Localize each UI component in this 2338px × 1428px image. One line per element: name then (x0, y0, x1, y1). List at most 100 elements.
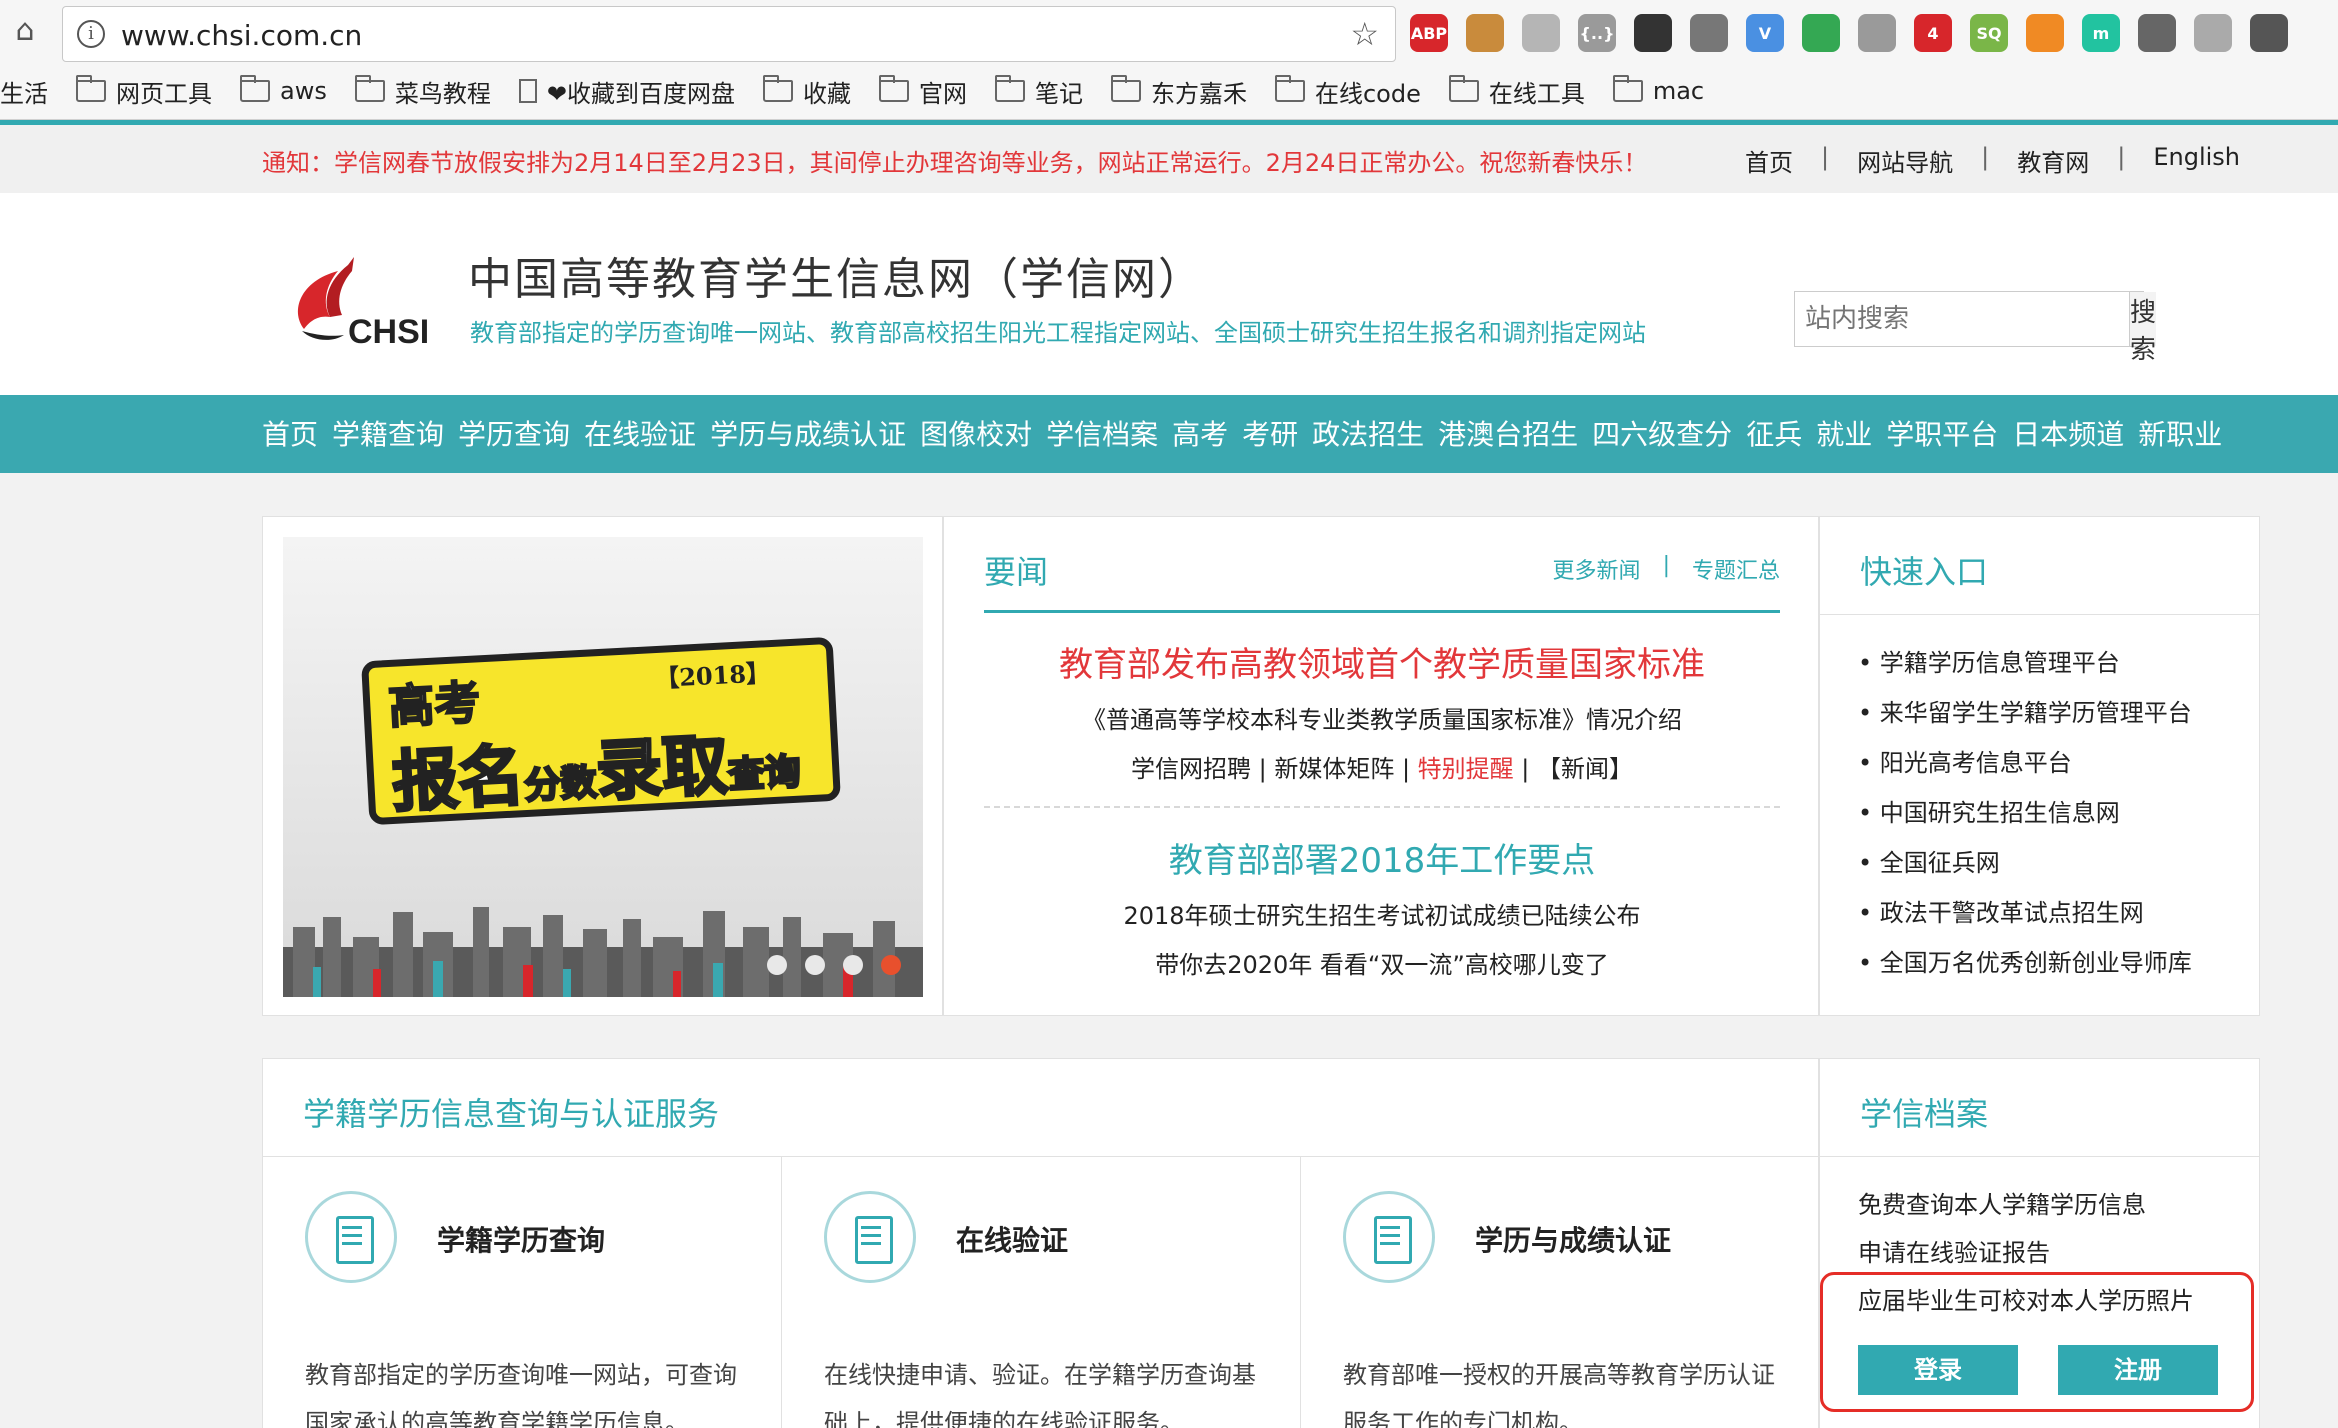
archive-item[interactable]: 申请在线验证报告 (1858, 1233, 2194, 1281)
bookmark-item[interactable]: 生活 (0, 74, 48, 109)
bookmark-item[interactable]: 官网 (878, 74, 967, 109)
quick-access-link[interactable]: • 来华留学生学籍学历管理平台 (1858, 693, 2192, 743)
mail-checker-icon[interactable] (1690, 14, 1728, 52)
slider-dot[interactable] (843, 955, 863, 975)
nav-item[interactable]: 四六级查分 (1592, 413, 1732, 453)
qrcode-icon[interactable] (1634, 14, 1672, 52)
quick-access-link[interactable]: • 中国研究生招生信息网 (1858, 793, 2192, 843)
service-name[interactable]: 学籍学历查询 (437, 1219, 605, 1259)
lifebuoy-icon[interactable] (2026, 14, 2064, 52)
service-card-online-verify[interactable]: 在线验证 在线快捷申请、验证。在学籍学历查询基础上，提供便捷的在线验证服务。 (782, 1157, 1301, 1428)
drive-icon[interactable] (1858, 14, 1896, 52)
bookmark-star-icon[interactable]: ☆ (1350, 15, 1379, 53)
crowd-silhouette (283, 907, 923, 997)
cookie-icon[interactable] (1466, 14, 1504, 52)
news-headline-1[interactable]: 教育部发布高教领域首个教学质量国家标准 (984, 637, 1780, 686)
address-bar[interactable]: i www.chsi.com.cn ☆ (62, 6, 1396, 62)
quick-access-link[interactable]: • 全国万名优秀创新创业导师库 (1858, 943, 2192, 993)
nav-item[interactable]: 日本频道 (2012, 413, 2124, 453)
bookmark-label: 官网 (918, 79, 967, 108)
m-icon[interactable]: m (2082, 14, 2120, 52)
more-news-link[interactable]: 更多新闻 (1553, 553, 1641, 585)
register-button[interactable]: 注册 (2058, 1345, 2218, 1395)
bookmark-item[interactable]: ❤收藏到百度网盘 (518, 74, 735, 109)
bookmark-item[interactable]: 菜鸟教程 (354, 74, 491, 109)
home-icon[interactable]: ⌂ (8, 14, 42, 48)
news-link[interactable]: | 【新闻】 (1514, 755, 1633, 783)
todo-icon[interactable]: 4 (1914, 14, 1952, 52)
nav-item[interactable]: 就业 (1816, 413, 1872, 453)
archive-panel: 学信档案 免费查询本人学籍学历信息 申请在线验证报告 应届毕业生可校对本人学历照… (1819, 1058, 2260, 1428)
bookmark-item[interactable]: 在线工具 (1448, 74, 1585, 109)
cursor-icon[interactable] (2138, 14, 2176, 52)
toplink-home[interactable]: 首页 (1745, 143, 1793, 178)
nav-item[interactable]: 在线验证 (584, 413, 696, 453)
news-link[interactable]: 2018年硕士研究生招生考试初试成绩已陆续公布 (984, 896, 1780, 931)
bookmark-item[interactable]: aws (240, 75, 327, 105)
seo-icon[interactable]: SQ (1970, 14, 2008, 52)
slider-dot[interactable] (881, 955, 901, 975)
bookmark-item[interactable]: 在线code (1274, 74, 1421, 109)
info-icon[interactable]: i (77, 20, 105, 48)
nav-item[interactable]: 图像校对 (920, 413, 1032, 453)
service-card-certification[interactable]: 学历与成绩认证 教育部唯一授权的开展高等教育学历认证服务工作的专门机构。 (1301, 1157, 1820, 1428)
bookmark-item[interactable]: 东方嘉禾 (1110, 74, 1247, 109)
nav-item[interactable]: 学信档案 (1046, 413, 1158, 453)
chsi-logo[interactable]: CHSI (282, 251, 442, 351)
nav-item[interactable]: 考研 (1242, 413, 1298, 453)
bookmark-label: 在线code (1314, 79, 1421, 108)
nav-item[interactable]: 学籍查询 (332, 413, 444, 453)
bookmark-item[interactable]: 笔记 (994, 74, 1083, 109)
plane-icon[interactable] (2194, 14, 2232, 52)
quick-access-link[interactable]: • 全国征兵网 (1858, 843, 2192, 893)
service-name[interactable]: 学历与成绩认证 (1475, 1219, 1671, 1259)
quick-access-panel: 快速入口 • 学籍学历信息管理平台 • 来华留学生学籍学历管理平台 • 阳光高考信息… (1819, 516, 2260, 1016)
nav-item[interactable]: 新职业 (2138, 413, 2222, 453)
quick-access-label: 阳光高考信息平台 (1879, 749, 2072, 777)
toplink-english[interactable]: English (2153, 143, 2240, 178)
nav-item[interactable]: 学历查询 (458, 413, 570, 453)
nav-item[interactable]: 港澳台招生 (1438, 413, 1578, 453)
slider-dot[interactable] (767, 955, 787, 975)
search-button[interactable]: 搜索 (2129, 292, 2157, 365)
nav-item[interactable]: 学历与成绩认证 (710, 413, 906, 453)
special-notice-link[interactable]: 特别提醒 (1418, 755, 1514, 783)
nav-item[interactable]: 首页 (262, 413, 318, 453)
archive-item[interactable]: 应届毕业生可校对本人学历照片 (1858, 1281, 2194, 1329)
photo-icon[interactable] (1522, 14, 1560, 52)
bookmark-item[interactable]: 收藏 (762, 74, 851, 109)
news-link[interactable]: 带你去2020年 看看“双一流”高校哪儿变了 (984, 945, 1780, 980)
nav-item[interactable]: 高考 (1172, 413, 1228, 453)
service-card-degree-query[interactable]: 学籍学历查询 教育部指定的学历查询唯一网站，可查询国家承认的高等教育学籍学历信息… (263, 1157, 782, 1428)
certificate-icon (1343, 1191, 1435, 1283)
service-name[interactable]: 在线验证 (956, 1219, 1068, 1259)
bookmark-item[interactable]: mac (1612, 75, 1705, 105)
vimium-icon[interactable]: V (1746, 14, 1784, 52)
banner-slide[interactable]: 高考 【2018】 报名分数录取查询 (283, 537, 923, 997)
topics-link[interactable]: 专题汇总 (1692, 553, 1780, 585)
adblock-icon[interactable]: ABP (1410, 14, 1448, 52)
bookmark-item[interactable]: 网页工具 (76, 74, 212, 109)
chrome-color-icon[interactable] (1802, 14, 1840, 52)
news-link[interactable]: 学信网招聘 | 新媒体矩阵 | (1131, 755, 1418, 783)
url-text[interactable]: www.chsi.com.cn (121, 19, 362, 52)
screenshot-icon[interactable] (2250, 14, 2288, 52)
toplink-sitemap[interactable]: 网站导航 (1857, 143, 1953, 178)
json-icon[interactable]: {..} (1578, 14, 1616, 52)
holiday-notice[interactable]: 通知：学信网春节放假安排为2月14日至2月23日，其间停止办理咨询等业务，网站正… (262, 143, 1647, 178)
news-link[interactable]: 《普通高等学校本科专业类教学质量国家标准》情况介绍 (984, 700, 1780, 735)
login-button[interactable]: 登录 (1858, 1345, 2018, 1395)
nav-item[interactable]: 征兵 (1746, 413, 1802, 453)
quick-access-link[interactable]: • 学籍学历信息管理平台 (1858, 643, 2192, 693)
nav-item[interactable]: 学职平台 (1886, 413, 1998, 453)
archive-item[interactable]: 免费查询本人学籍学历信息 (1858, 1185, 2194, 1233)
slider-dot[interactable] (805, 955, 825, 975)
news-headline-2[interactable]: 教育部部署2018年工作要点 (984, 833, 1780, 882)
bookmark-label: mac (1652, 77, 1705, 105)
toplink-edu[interactable]: 教育网 (2017, 143, 2089, 178)
search-input[interactable] (1795, 292, 2129, 346)
quick-access-link[interactable]: • 政法干警改革试点招生网 (1858, 893, 2192, 943)
nav-item[interactable]: 政法招生 (1312, 413, 1424, 453)
quick-access-link[interactable]: • 阳光高考信息平台 (1858, 743, 2192, 793)
bookmark-label: 生活 (0, 79, 48, 108)
